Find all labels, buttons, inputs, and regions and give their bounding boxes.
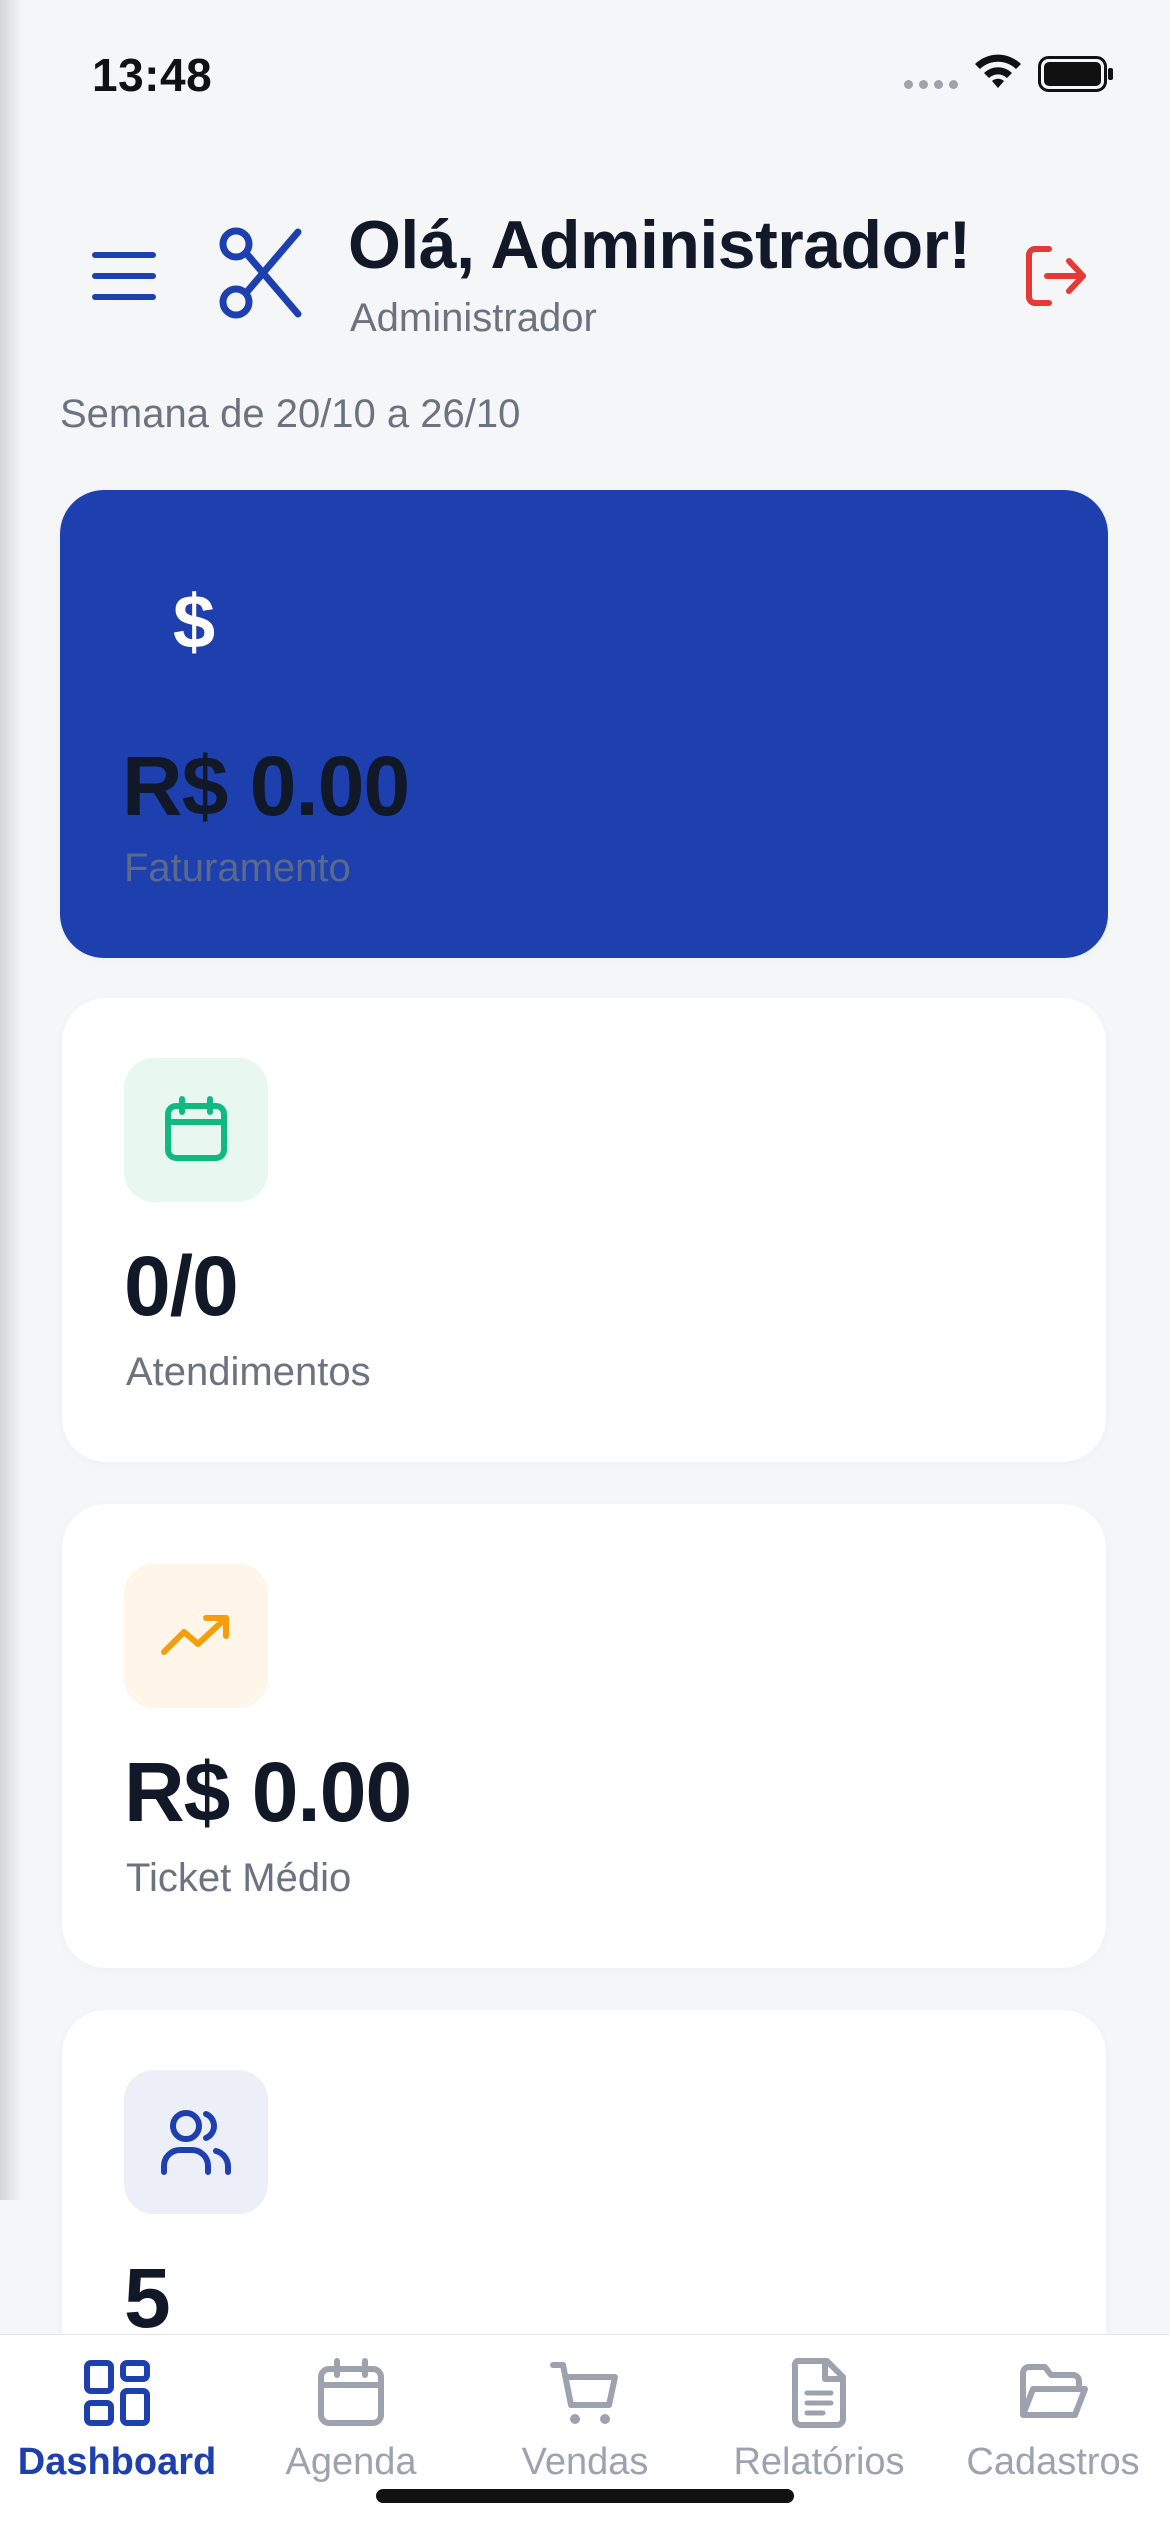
logout-button[interactable] [1016,236,1096,316]
ticket-label: Ticket Médio [126,1856,352,1900]
hamburger-menu-icon [92,252,156,300]
appointments-icon-box [124,1058,268,1202]
users-icon [161,2110,231,2175]
app-header: Olá, Administrador! Administrador [0,200,1170,350]
cellular-signal-icon [904,80,958,89]
folder-icon [1020,2364,1088,2418]
status-time: 13:48 [92,49,213,101]
status-bar: 13:48 [0,0,1170,150]
logout-icon [1026,246,1086,306]
revenue-value: R$ 0.00 [122,739,410,833]
revenue-label: Faturamento [124,846,351,890]
battery-icon [1038,56,1113,92]
home-indicator[interactable] [376,2489,794,2503]
tab-label: Vendas [521,2441,649,2483]
ticket-icon-box [124,1564,268,1708]
menu-button[interactable] [88,240,160,312]
dollar-icon: $ [172,579,216,665]
tab-agenda[interactable]: Agenda [234,2357,468,2487]
user-role: Administrador [350,296,597,340]
wifi-icon [975,54,1021,88]
trending-up-icon [161,1615,229,1655]
ticket-value: R$ 0.00 [124,1745,412,1839]
document-icon [791,2358,846,2428]
tab-label: Dashboard [17,2441,217,2483]
tab-label: Relatórios [733,2441,905,2483]
tab-cadastros[interactable]: Cadastros [936,2357,1170,2487]
revenue-card[interactable]: $ R$ 0.00 Faturamento [60,490,1108,958]
appointments-label: Atendimentos [126,1350,371,1394]
clients-value: 5 [124,2251,171,2345]
appointments-card[interactable]: 0/0 Atendimentos [62,998,1106,1462]
calendar-icon [318,2358,384,2426]
clients-icon-box [124,2070,268,2214]
tab-label: Agenda [285,2441,417,2483]
appointments-value: 0/0 [124,1239,239,1333]
tab-relatorios[interactable]: Relatórios [702,2357,936,2487]
tab-dashboard[interactable]: Dashboard [0,2357,234,2487]
calendar-icon [165,1096,227,1161]
scissors-icon [219,227,302,319]
week-range-label: Semana de 20/10 a 26/10 [60,392,521,436]
revenue-icon-box: $ [122,550,266,694]
cart-icon [550,2362,618,2424]
ticket-card[interactable]: R$ 0.00 Ticket Médio [62,1504,1106,1968]
greeting-title: Olá, Administrador! [348,207,971,283]
tab-vendas[interactable]: Vendas [468,2357,702,2487]
tab-label: Cadastros [966,2441,1140,2483]
dashboard-icon [84,2360,150,2426]
